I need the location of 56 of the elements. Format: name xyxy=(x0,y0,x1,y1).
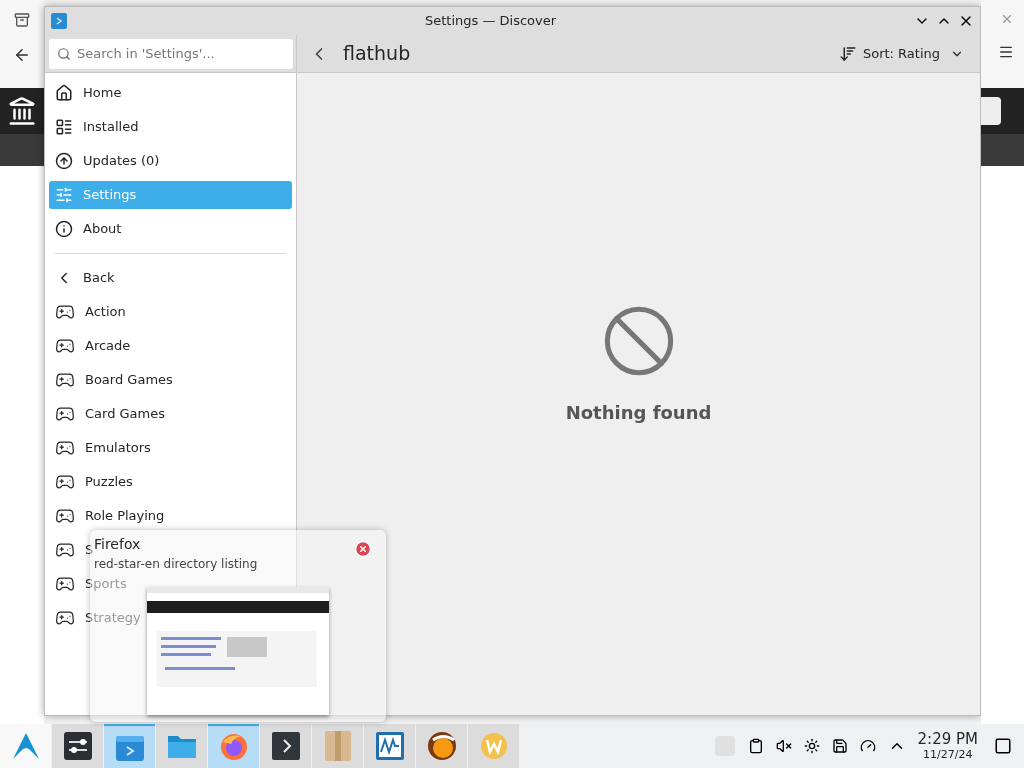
sliders-icon xyxy=(63,732,92,760)
building-icon xyxy=(7,96,37,126)
window-title: Settings — Discover xyxy=(423,12,558,31)
store-icon xyxy=(115,733,144,761)
clipboard-icon[interactable] xyxy=(747,738,764,754)
sidebar-item[interactable]: Home xyxy=(49,79,292,107)
taskbar-button[interactable] xyxy=(364,724,415,768)
sidebar-item[interactable]: Board Games xyxy=(49,366,173,394)
sidebar-item[interactable]: About xyxy=(49,215,292,243)
home-icon xyxy=(55,84,73,102)
nav-band xyxy=(0,134,44,166)
tooltip-subtitle: red-star-en directory listing xyxy=(94,557,258,571)
sliders-icon xyxy=(55,186,73,204)
taskbar-button[interactable] xyxy=(52,724,103,768)
package-icon xyxy=(324,731,351,761)
archive-icon[interactable] xyxy=(14,12,30,28)
search-field[interactable]: Search in 'Settings'... xyxy=(49,38,293,69)
sidebar-item[interactable]: Back xyxy=(49,264,292,292)
clock-date: 11/27/24 xyxy=(923,749,973,760)
clock-time: 2:29 PM xyxy=(917,732,978,747)
arch-logo-icon xyxy=(10,731,41,761)
folder-icon xyxy=(166,733,197,759)
brightness-icon[interactable] xyxy=(803,738,820,754)
page-title: flathub xyxy=(343,41,411,67)
sidebar-item[interactable]: S xyxy=(49,536,94,564)
sidebar-item[interactable]: Arcade xyxy=(49,332,131,360)
upload-icon xyxy=(55,152,73,170)
search-icon xyxy=(57,46,71,61)
muted-speaker-icon[interactable] xyxy=(775,738,792,754)
gauge-icon[interactable] xyxy=(859,738,876,754)
menu-icon[interactable] xyxy=(998,44,1014,60)
browser-icon xyxy=(218,732,249,762)
tooltip-title: Firefox xyxy=(94,536,141,552)
sort-button[interactable]: Sort: Rating xyxy=(834,38,968,69)
clock[interactable]: 2:29 PM 11/27/24 xyxy=(917,732,978,760)
ball-icon xyxy=(426,731,457,761)
info-icon xyxy=(55,220,73,238)
taskbar-button[interactable] xyxy=(260,724,311,768)
letter-badge-icon xyxy=(479,732,508,760)
sidebar-item[interactable]: Card Games xyxy=(49,400,166,428)
app-icon xyxy=(51,13,67,29)
sidebar-item[interactable]: Puzzles xyxy=(49,468,133,496)
sidebar-item[interactable]: Role Playing xyxy=(49,502,165,530)
taskbar-button[interactable] xyxy=(416,724,467,768)
sidebar-item[interactable]: Action xyxy=(49,298,126,326)
empty-message: Nothing found xyxy=(565,400,712,425)
sidebar-item[interactable]: Updates (0) xyxy=(49,147,292,175)
list-icon xyxy=(55,118,73,136)
sort-icon xyxy=(838,44,857,63)
terminal-icon xyxy=(271,732,300,760)
nav-band xyxy=(981,134,1024,166)
sidebar-item[interactable]: Installed xyxy=(49,113,292,141)
search-field[interactable] xyxy=(981,97,1001,125)
sidebar-item[interactable]: Emulators xyxy=(49,434,151,462)
show-desktop-icon[interactable] xyxy=(994,737,1012,755)
monitor-icon xyxy=(375,732,404,760)
